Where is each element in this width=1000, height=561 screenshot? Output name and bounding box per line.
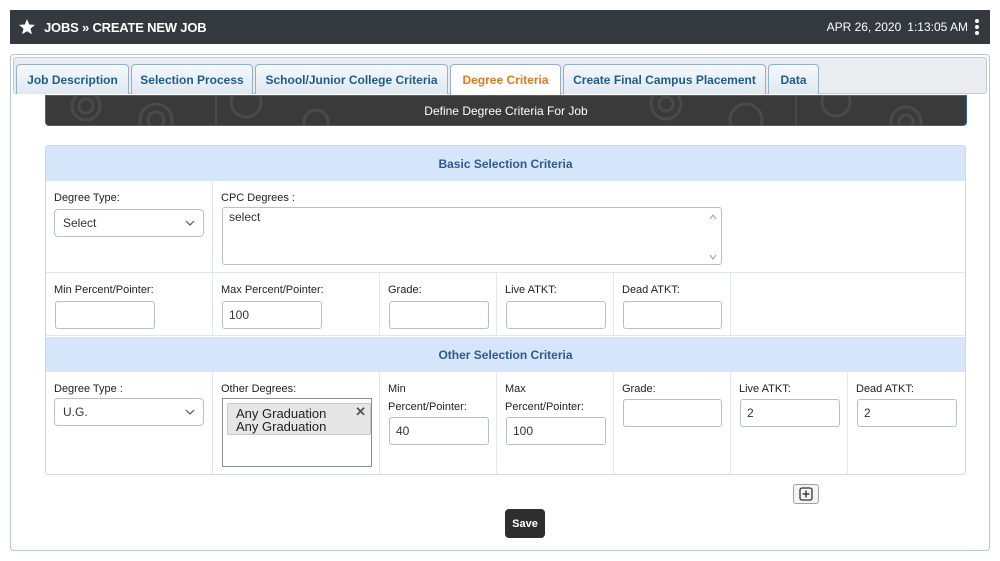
grade-label: Grade:: [622, 383, 656, 395]
cpc-degrees-label: CPC Degrees :: [221, 192, 295, 204]
other-degree-type-select[interactable]: U.G.: [54, 398, 204, 426]
page-breadcrumb: JOBS » CREATE NEW JOB: [44, 19, 207, 35]
basic-degree-type-cell: Degree Type: Select: [46, 181, 213, 273]
min-label-line2: Percent/Pointer:: [388, 401, 467, 413]
other-degrees-label: Other Degrees:: [221, 383, 297, 395]
banner-title: Define Degree Criteria For Job: [424, 103, 588, 118]
tab-label: Selection Process: [140, 72, 244, 87]
kebab-menu-icon[interactable]: [974, 19, 980, 35]
other-max-percent-input[interactable]: 100: [506, 417, 606, 445]
other-degrees-multiselect[interactable]: Any Graduation Any Graduation ✕: [222, 398, 372, 467]
live-atkt-input[interactable]: [506, 301, 606, 329]
tab-data[interactable]: Data: [768, 64, 819, 94]
empty-cell: [731, 273, 965, 336]
tab-label: School/Junior College Criteria: [265, 72, 438, 87]
max-percent-input[interactable]: 100: [222, 301, 322, 329]
selected-value: U.G.: [63, 405, 88, 419]
section-banner: Define Degree Criteria For Job: [45, 95, 967, 126]
other-degrees-cell: Other Degrees: Any Graduation Any Gradua…: [213, 372, 380, 474]
grade-label: Grade:: [388, 284, 422, 296]
plus-square-icon: [799, 487, 813, 501]
cpc-degrees-value: select: [229, 210, 261, 224]
live-atkt-label: Live ATKT:: [505, 284, 557, 296]
max-label-line1: Max: [505, 383, 526, 395]
tab-job-description[interactable]: Job Description: [16, 64, 129, 94]
other-max-cell: Max Percent/Pointer: 100: [497, 372, 614, 474]
star-icon: [19, 19, 35, 35]
tab-label: Job Description: [27, 72, 118, 87]
scrollbar[interactable]: [707, 210, 719, 264]
top-bar: JOBS » CREATE NEW JOB APR 26, 2020 1:13:…: [10, 10, 990, 44]
basic-max-cell: Max Percent/Pointer: 100: [213, 273, 380, 336]
basic-live-atkt-cell: Live ATKT:: [497, 273, 614, 336]
basic-selection-criteria-heading: Basic Selection Criteria: [46, 146, 965, 181]
chevron-down-icon: [185, 220, 195, 226]
dead-atkt-input[interactable]: [623, 301, 722, 329]
tab-label: Degree Criteria: [462, 73, 549, 87]
other-grade-cell: Grade:: [614, 372, 731, 474]
tab-selection-process[interactable]: Selection Process: [131, 64, 253, 94]
other-selection-criteria-heading: Other Selection Criteria: [46, 337, 965, 372]
other-dead-atkt-cell: Dead ATKT: 2: [848, 372, 965, 474]
tab-create-final-campus-placement[interactable]: Create Final Campus Placement: [563, 64, 766, 94]
grade-input[interactable]: [389, 301, 489, 329]
other-min-percent-input[interactable]: 40: [389, 417, 489, 445]
tab-school-junior-college-criteria[interactable]: School/Junior College Criteria: [255, 64, 448, 94]
degree-type-label: Degree Type:: [54, 192, 120, 204]
min-label-line1: Min: [388, 383, 406, 395]
dead-atkt-label: Dead ATKT:: [856, 383, 914, 395]
other-degree-type-cell: Degree Type : U.G.: [46, 372, 213, 474]
close-icon[interactable]: ✕: [355, 405, 366, 418]
degree-type-label: Degree Type :: [54, 383, 123, 395]
tab-label: Data: [780, 72, 807, 87]
other-dead-atkt-input[interactable]: 2: [857, 399, 957, 427]
tab-degree-criteria[interactable]: Degree Criteria: [450, 64, 561, 95]
selected-value: Select: [63, 216, 97, 230]
cpc-degrees-cell: CPC Degrees : select: [213, 181, 847, 273]
other-live-atkt-input[interactable]: 2: [740, 399, 840, 427]
basic-dead-atkt-cell: Dead ATKT:: [614, 273, 731, 336]
empty-cell: [847, 181, 965, 273]
selected-degree-chip: Any Graduation Any Graduation ✕: [227, 403, 371, 435]
main-panel: Job Description Selection Process School…: [10, 54, 990, 551]
basic-min-cell: Min Percent/Pointer:: [46, 273, 213, 336]
current-date: APR 26, 2020: [826, 20, 902, 34]
min-percent-input[interactable]: [55, 301, 155, 329]
degree-type-select[interactable]: Select: [54, 209, 204, 237]
max-percent-label: Max Percent/Pointer:: [221, 284, 324, 296]
other-min-cell: Min Percent/Pointer: 40: [380, 372, 497, 474]
live-atkt-label: Live ATKT:: [739, 383, 791, 395]
tab-label: Create Final Campus Placement: [573, 72, 756, 87]
basic-grade-cell: Grade:: [380, 273, 497, 336]
current-time: 1:13:05 AM: [907, 20, 968, 34]
add-criteria-button[interactable]: [793, 484, 819, 504]
chevron-down-icon: [185, 409, 195, 415]
min-percent-label: Min Percent/Pointer:: [54, 284, 154, 296]
chip-label: Any Graduation: [236, 419, 327, 434]
other-live-atkt-cell: Live ATKT: 2: [731, 372, 848, 474]
tab-bar: Job Description Selection Process School…: [13, 57, 987, 95]
other-grade-input[interactable]: [623, 399, 722, 427]
max-label-line2: Percent/Pointer:: [505, 401, 584, 413]
degree-criteria-form: Basic Selection Criteria Degree Type: Se…: [45, 145, 966, 475]
save-button[interactable]: Save: [505, 509, 545, 538]
dead-atkt-label: Dead ATKT:: [622, 284, 680, 296]
cpc-degrees-multiselect[interactable]: select: [222, 207, 722, 265]
